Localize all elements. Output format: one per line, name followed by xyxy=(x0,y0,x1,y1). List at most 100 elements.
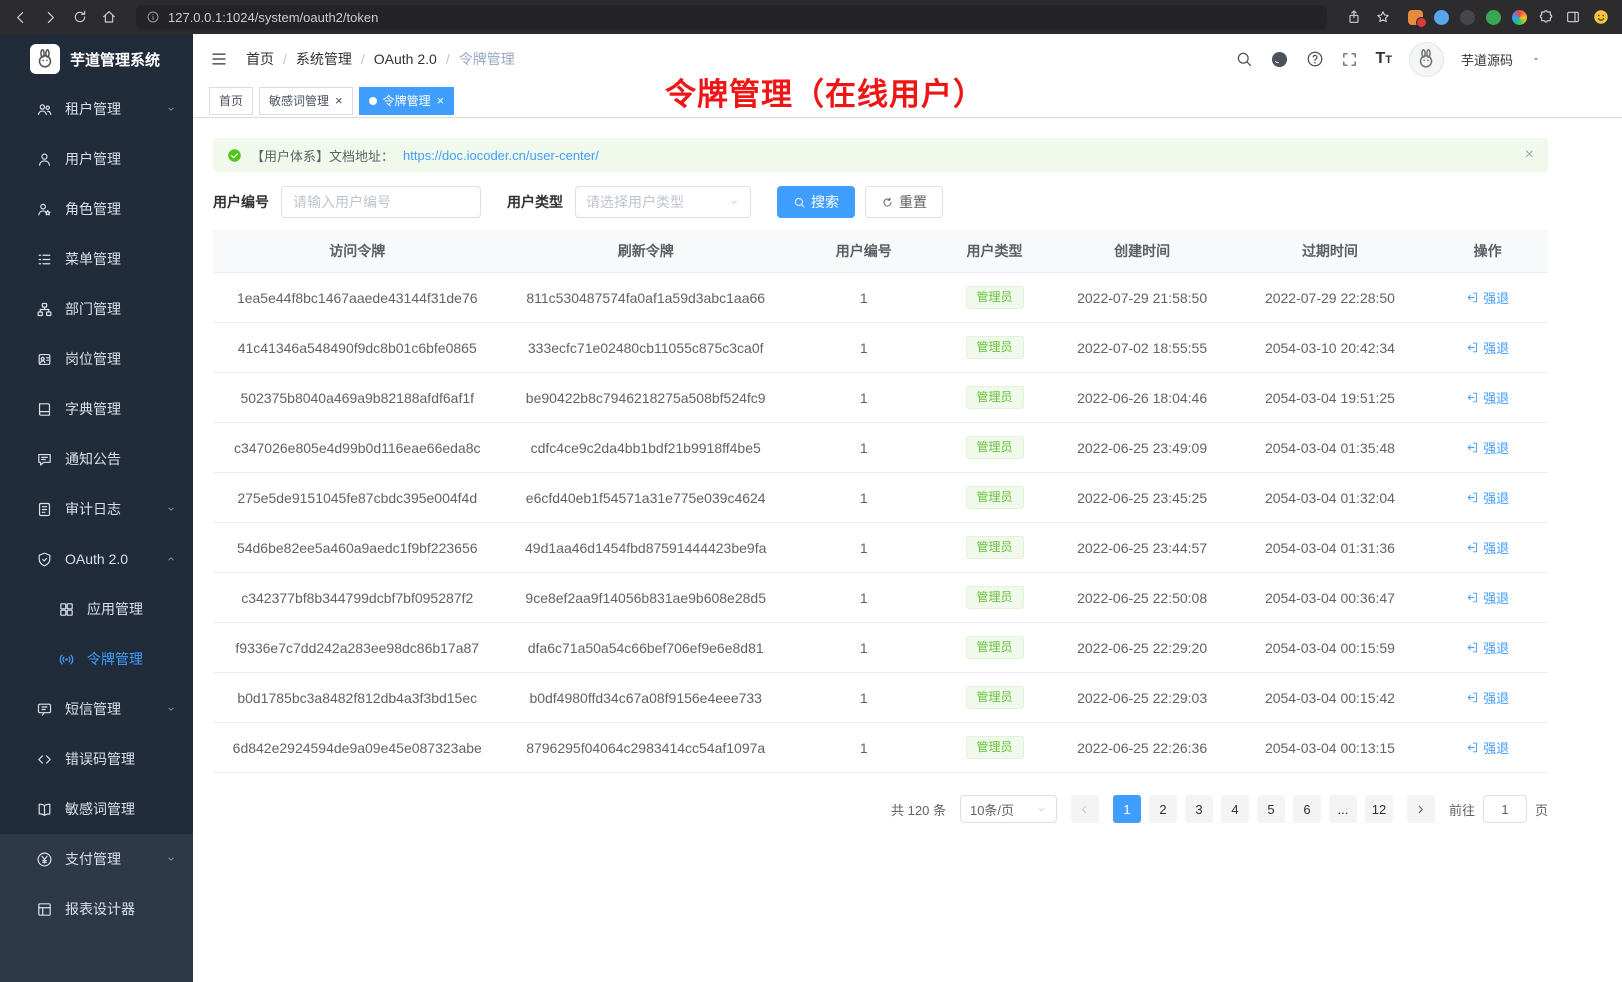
browser-profile-avatar[interactable] xyxy=(1592,8,1610,26)
chevron-down-icon xyxy=(165,503,177,515)
search-icon xyxy=(793,196,806,209)
pager-more-button[interactable]: ... xyxy=(1329,795,1357,823)
fullscreen-icon[interactable] xyxy=(1341,51,1358,68)
tab-close-icon[interactable]: × xyxy=(437,94,445,107)
table-row: 6d842e2924594de9a09e45e087323abe8796295f… xyxy=(213,723,1548,773)
page-button[interactable]: 3 xyxy=(1185,795,1213,823)
page-button[interactable]: 6 xyxy=(1293,795,1321,823)
breadcrumb-item[interactable]: 系统管理 xyxy=(296,49,352,69)
sidebar-item-oauth[interactable]: OAuth 2.0 xyxy=(0,534,193,584)
alert-doc-link[interactable]: https://doc.iocoder.cn/user-center/ xyxy=(403,148,599,163)
next-page-button[interactable] xyxy=(1407,795,1435,823)
page-size-value: 10条/页 xyxy=(970,800,1014,819)
sidebar-item-tenant[interactable]: 租户管理 xyxy=(0,84,193,134)
sidebar-item-errcode[interactable]: 错误码管理 xyxy=(0,734,193,784)
sidebar-item-label: 部门管理 xyxy=(65,299,121,319)
page-button[interactable]: 1 xyxy=(1113,795,1141,823)
sidebar-item-sensitive[interactable]: 敏感词管理 xyxy=(0,784,193,834)
alert-close-icon[interactable]: × xyxy=(1525,147,1534,163)
browser-forward-icon[interactable] xyxy=(42,9,59,26)
page-button[interactable]: 12 xyxy=(1365,795,1393,823)
force-logout-link[interactable]: 强退 xyxy=(1466,688,1509,707)
site-info-icon[interactable] xyxy=(146,10,160,24)
access-token-cell: c342377bf8b344799dcbf7bf095287f2 xyxy=(213,573,501,623)
force-logout-link[interactable]: 强退 xyxy=(1466,288,1509,307)
sidebar-item-dept[interactable]: 部门管理 xyxy=(0,284,193,334)
search-button[interactable]: 搜索 xyxy=(777,186,855,218)
font-size-icon[interactable]: TT xyxy=(1375,51,1392,67)
github-icon[interactable] xyxy=(1270,50,1289,69)
force-logout-link[interactable]: 强退 xyxy=(1466,588,1509,607)
tab-item[interactable]: 令牌管理× xyxy=(359,87,455,115)
sidebar-item-role[interactable]: 角色管理 xyxy=(0,184,193,234)
force-logout-icon xyxy=(1466,541,1479,554)
tab-close-icon[interactable]: × xyxy=(335,94,343,107)
breadcrumb-item[interactable]: 首页 xyxy=(246,49,274,69)
browser-home-icon[interactable] xyxy=(101,9,117,25)
chevron-down-icon xyxy=(728,196,740,208)
sidebar-item-pay[interactable]: 支付管理 xyxy=(0,834,193,884)
sidebar-item-dict[interactable]: 字典管理 xyxy=(0,384,193,434)
create-time-cell: 2022-06-25 23:45:25 xyxy=(1052,473,1233,523)
force-logout-icon xyxy=(1466,291,1479,304)
user-avatar[interactable] xyxy=(1409,42,1444,77)
help-icon[interactable] xyxy=(1306,50,1324,68)
goto-unit: 页 xyxy=(1535,800,1548,819)
extension-icon[interactable] xyxy=(1512,10,1527,25)
browser-back-icon[interactable] xyxy=(12,9,29,26)
caret-down-icon[interactable] xyxy=(1530,53,1542,65)
goto-page-input[interactable] xyxy=(1483,795,1527,823)
sidebar-item-post[interactable]: 岗位管理 xyxy=(0,334,193,384)
sidebar-item-report[interactable]: 报表设计器 xyxy=(0,884,193,934)
expire-time-cell: 2054-03-04 00:15:42 xyxy=(1233,673,1428,723)
page-button[interactable]: 2 xyxy=(1149,795,1177,823)
force-logout-link[interactable]: 强退 xyxy=(1466,738,1509,757)
reset-button-label: 重置 xyxy=(899,192,927,212)
tab-item[interactable]: 敏感词管理× xyxy=(259,87,353,115)
username[interactable]: 芋道源码 xyxy=(1461,50,1513,69)
sidebar-item-sms[interactable]: 短信管理 xyxy=(0,684,193,734)
app-logo[interactable]: 芋道管理系统 xyxy=(0,34,193,84)
force-logout-link[interactable]: 强退 xyxy=(1466,488,1509,507)
sidebar-item-label: 审计日志 xyxy=(65,499,121,519)
force-logout-link[interactable]: 强退 xyxy=(1466,338,1509,357)
page-button[interactable]: 4 xyxy=(1221,795,1249,823)
user-id-cell: 1 xyxy=(790,323,938,373)
browser-reload-icon[interactable] xyxy=(72,9,88,25)
force-logout-link[interactable]: 强退 xyxy=(1466,438,1509,457)
user-type-select[interactable]: 请选择用户类型 xyxy=(575,186,751,218)
refresh-token-cell: cdfc4ce9c2da4bb1bdf21b9918ff4be5 xyxy=(501,423,789,473)
breadcrumb-item[interactable]: OAuth 2.0 xyxy=(374,51,437,67)
sidebar-item-notice[interactable]: 通知公告 xyxy=(0,434,193,484)
page-button[interactable]: 5 xyxy=(1257,795,1285,823)
force-logout-link[interactable]: 强退 xyxy=(1466,538,1509,557)
force-logout-link[interactable]: 强退 xyxy=(1466,638,1509,657)
sidebar-item-token[interactable]: 令牌管理 xyxy=(0,634,193,684)
address-bar[interactable]: 127.0.0.1:1024/system/oauth2/token xyxy=(136,5,1327,30)
prev-page-button[interactable] xyxy=(1071,795,1099,823)
force-logout-link[interactable]: 强退 xyxy=(1466,388,1509,407)
share-icon[interactable] xyxy=(1346,9,1362,25)
extension-icon[interactable] xyxy=(1434,10,1449,25)
create-time-cell: 2022-06-25 23:49:09 xyxy=(1052,423,1233,473)
side-panel-icon[interactable] xyxy=(1565,9,1581,25)
sidebar-item-menu[interactable]: 菜单管理 xyxy=(0,234,193,284)
refresh-token-cell: be90422b8c7946218275a508bf524fc9 xyxy=(501,373,789,423)
sidebar-item-app[interactable]: 应用管理 xyxy=(0,584,193,634)
user-id-input[interactable] xyxy=(281,186,481,218)
page-size-select[interactable]: 10条/页 xyxy=(960,795,1057,823)
sidebar-item-user[interactable]: 用户管理 xyxy=(0,134,193,184)
tab-item[interactable]: 首页 xyxy=(209,87,253,115)
bookmark-star-icon[interactable] xyxy=(1375,9,1391,25)
extension-icon[interactable] xyxy=(1486,10,1501,25)
extensions-puzzle-icon[interactable] xyxy=(1538,9,1554,25)
expire-time-cell: 2054-03-04 01:35:48 xyxy=(1233,423,1428,473)
url-text[interactable]: 127.0.0.1:1024/system/oauth2/token xyxy=(168,10,378,25)
extension-icon[interactable] xyxy=(1408,10,1423,25)
breadcrumb-item[interactable]: 令牌管理 xyxy=(459,49,515,69)
search-icon[interactable] xyxy=(1235,50,1253,68)
reset-button[interactable]: 重置 xyxy=(865,186,943,218)
collapse-menu-icon[interactable] xyxy=(210,50,228,68)
sidebar-item-log[interactable]: 审计日志 xyxy=(0,484,193,534)
extension-icon[interactable] xyxy=(1460,10,1475,25)
